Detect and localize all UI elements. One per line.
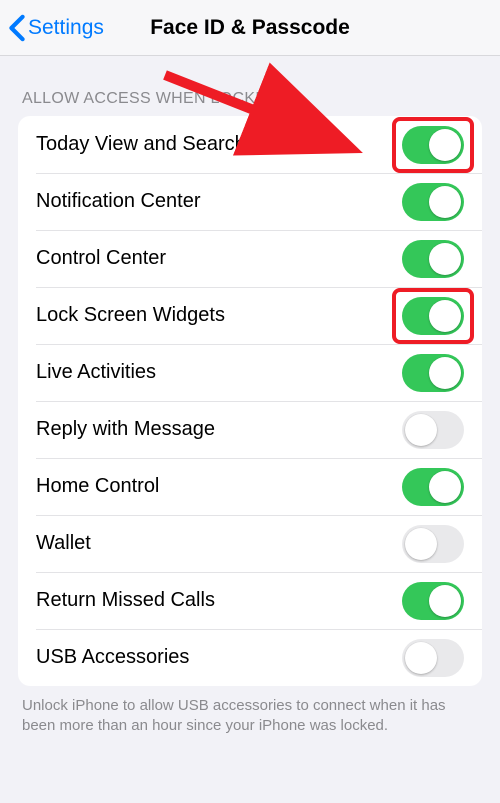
settings-row: Return Missed Calls	[18, 572, 482, 629]
settings-row: Lock Screen Widgets	[18, 287, 482, 344]
toggle-switch[interactable]	[402, 639, 464, 677]
toggle-switch[interactable]	[402, 297, 464, 335]
toggle-switch[interactable]	[402, 411, 464, 449]
settings-list: Today View and Search Notification Center…	[18, 116, 482, 686]
settings-row: Home Control	[18, 458, 482, 515]
row-label: Home Control	[36, 475, 159, 498]
toggle-switch[interactable]	[402, 525, 464, 563]
toggle-knob	[429, 300, 461, 332]
row-label: Lock Screen Widgets	[36, 304, 225, 327]
toggle-knob	[429, 585, 461, 617]
toggle-knob	[429, 186, 461, 218]
row-label: Control Center	[36, 247, 166, 270]
back-label: Settings	[28, 16, 104, 40]
row-label: Notification Center	[36, 190, 201, 213]
toggle-switch[interactable]	[402, 468, 464, 506]
toggle-switch[interactable]	[402, 183, 464, 221]
row-label: Return Missed Calls	[36, 589, 215, 612]
toggle-switch[interactable]	[402, 126, 464, 164]
row-label: Wallet	[36, 532, 91, 555]
settings-row: Reply with Message	[18, 401, 482, 458]
section-footer: Unlock iPhone to allow USB accessories t…	[0, 686, 500, 747]
toggle-switch[interactable]	[402, 582, 464, 620]
settings-row: Today View and Search	[18, 116, 482, 173]
row-label: Today View and Search	[36, 133, 246, 156]
toggle-knob	[405, 642, 437, 674]
toggle-knob	[405, 414, 437, 446]
settings-row: Wallet	[18, 515, 482, 572]
toggle-knob	[429, 471, 461, 503]
settings-row: Control Center	[18, 230, 482, 287]
toggle-knob	[429, 129, 461, 161]
row-label: Reply with Message	[36, 418, 215, 441]
toggle-knob	[429, 357, 461, 389]
toggle-knob	[429, 243, 461, 275]
nav-bar: Settings Face ID & Passcode	[0, 0, 500, 56]
settings-row: Notification Center	[18, 173, 482, 230]
row-label: Live Activities	[36, 361, 156, 384]
toggle-knob	[405, 528, 437, 560]
back-button[interactable]: Settings	[0, 14, 104, 42]
settings-row: Live Activities	[18, 344, 482, 401]
row-label: USB Accessories	[36, 646, 189, 669]
chevron-left-icon	[8, 14, 26, 42]
toggle-switch[interactable]	[402, 354, 464, 392]
toggle-switch[interactable]	[402, 240, 464, 278]
section-header: ALLOW ACCESS WHEN LOCKED:	[0, 56, 500, 116]
settings-row: USB Accessories	[18, 629, 482, 686]
